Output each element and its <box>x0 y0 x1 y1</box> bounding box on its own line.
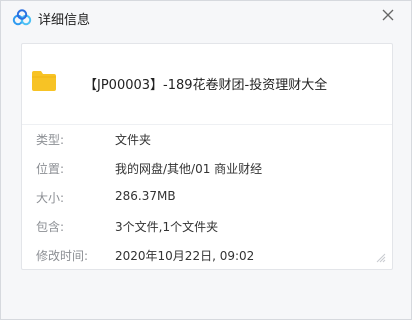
property-value: 2020年10月22日, 09:02 <box>115 249 255 263</box>
title-bar[interactable]: 详细信息 <box>1 1 411 35</box>
property-row-modified: 修改时间: 2020年10月22日, 09:02 <box>22 247 392 267</box>
property-label: 包含: <box>36 220 65 234</box>
property-label: 修改时间: <box>36 249 89 263</box>
baidu-netdisk-cloud-icon <box>12 9 32 26</box>
close-button[interactable] <box>379 6 397 24</box>
close-icon <box>382 9 394 21</box>
details-dialog: 详细信息 【JP00003】-189花卷财团-投资理财大全 类型: 文件夹 位置… <box>0 0 412 320</box>
property-row-size: 大小: 286.37MB <box>22 189 392 209</box>
resize-grip-icon[interactable] <box>376 253 386 263</box>
dialog-title: 详细信息 <box>38 13 91 28</box>
folder-icon <box>32 71 56 91</box>
details-panel: 【JP00003】-189花卷财团-投资理财大全 类型: 文件夹 位置: 我的网… <box>21 43 393 270</box>
property-label: 大小: <box>36 191 65 205</box>
property-label: 位置: <box>36 162 65 176</box>
property-value: 文件夹 <box>115 133 152 147</box>
property-label: 类型: <box>36 133 65 147</box>
file-header: 【JP00003】-189花卷财团-投资理财大全 <box>22 44 392 125</box>
property-row-type: 类型: 文件夹 <box>22 131 392 151</box>
property-row-location: 位置: 我的网盘/其他/01 商业财经 <box>22 160 392 180</box>
property-value: 3个文件,1个文件夹 <box>115 220 219 234</box>
property-value: 286.37MB <box>115 189 176 203</box>
file-name: 【JP00003】-189花卷财团-投资理财大全 <box>84 78 328 93</box>
property-value: 我的网盘/其他/01 商业财经 <box>115 162 263 176</box>
property-row-contains: 包含: 3个文件,1个文件夹 <box>22 218 392 238</box>
